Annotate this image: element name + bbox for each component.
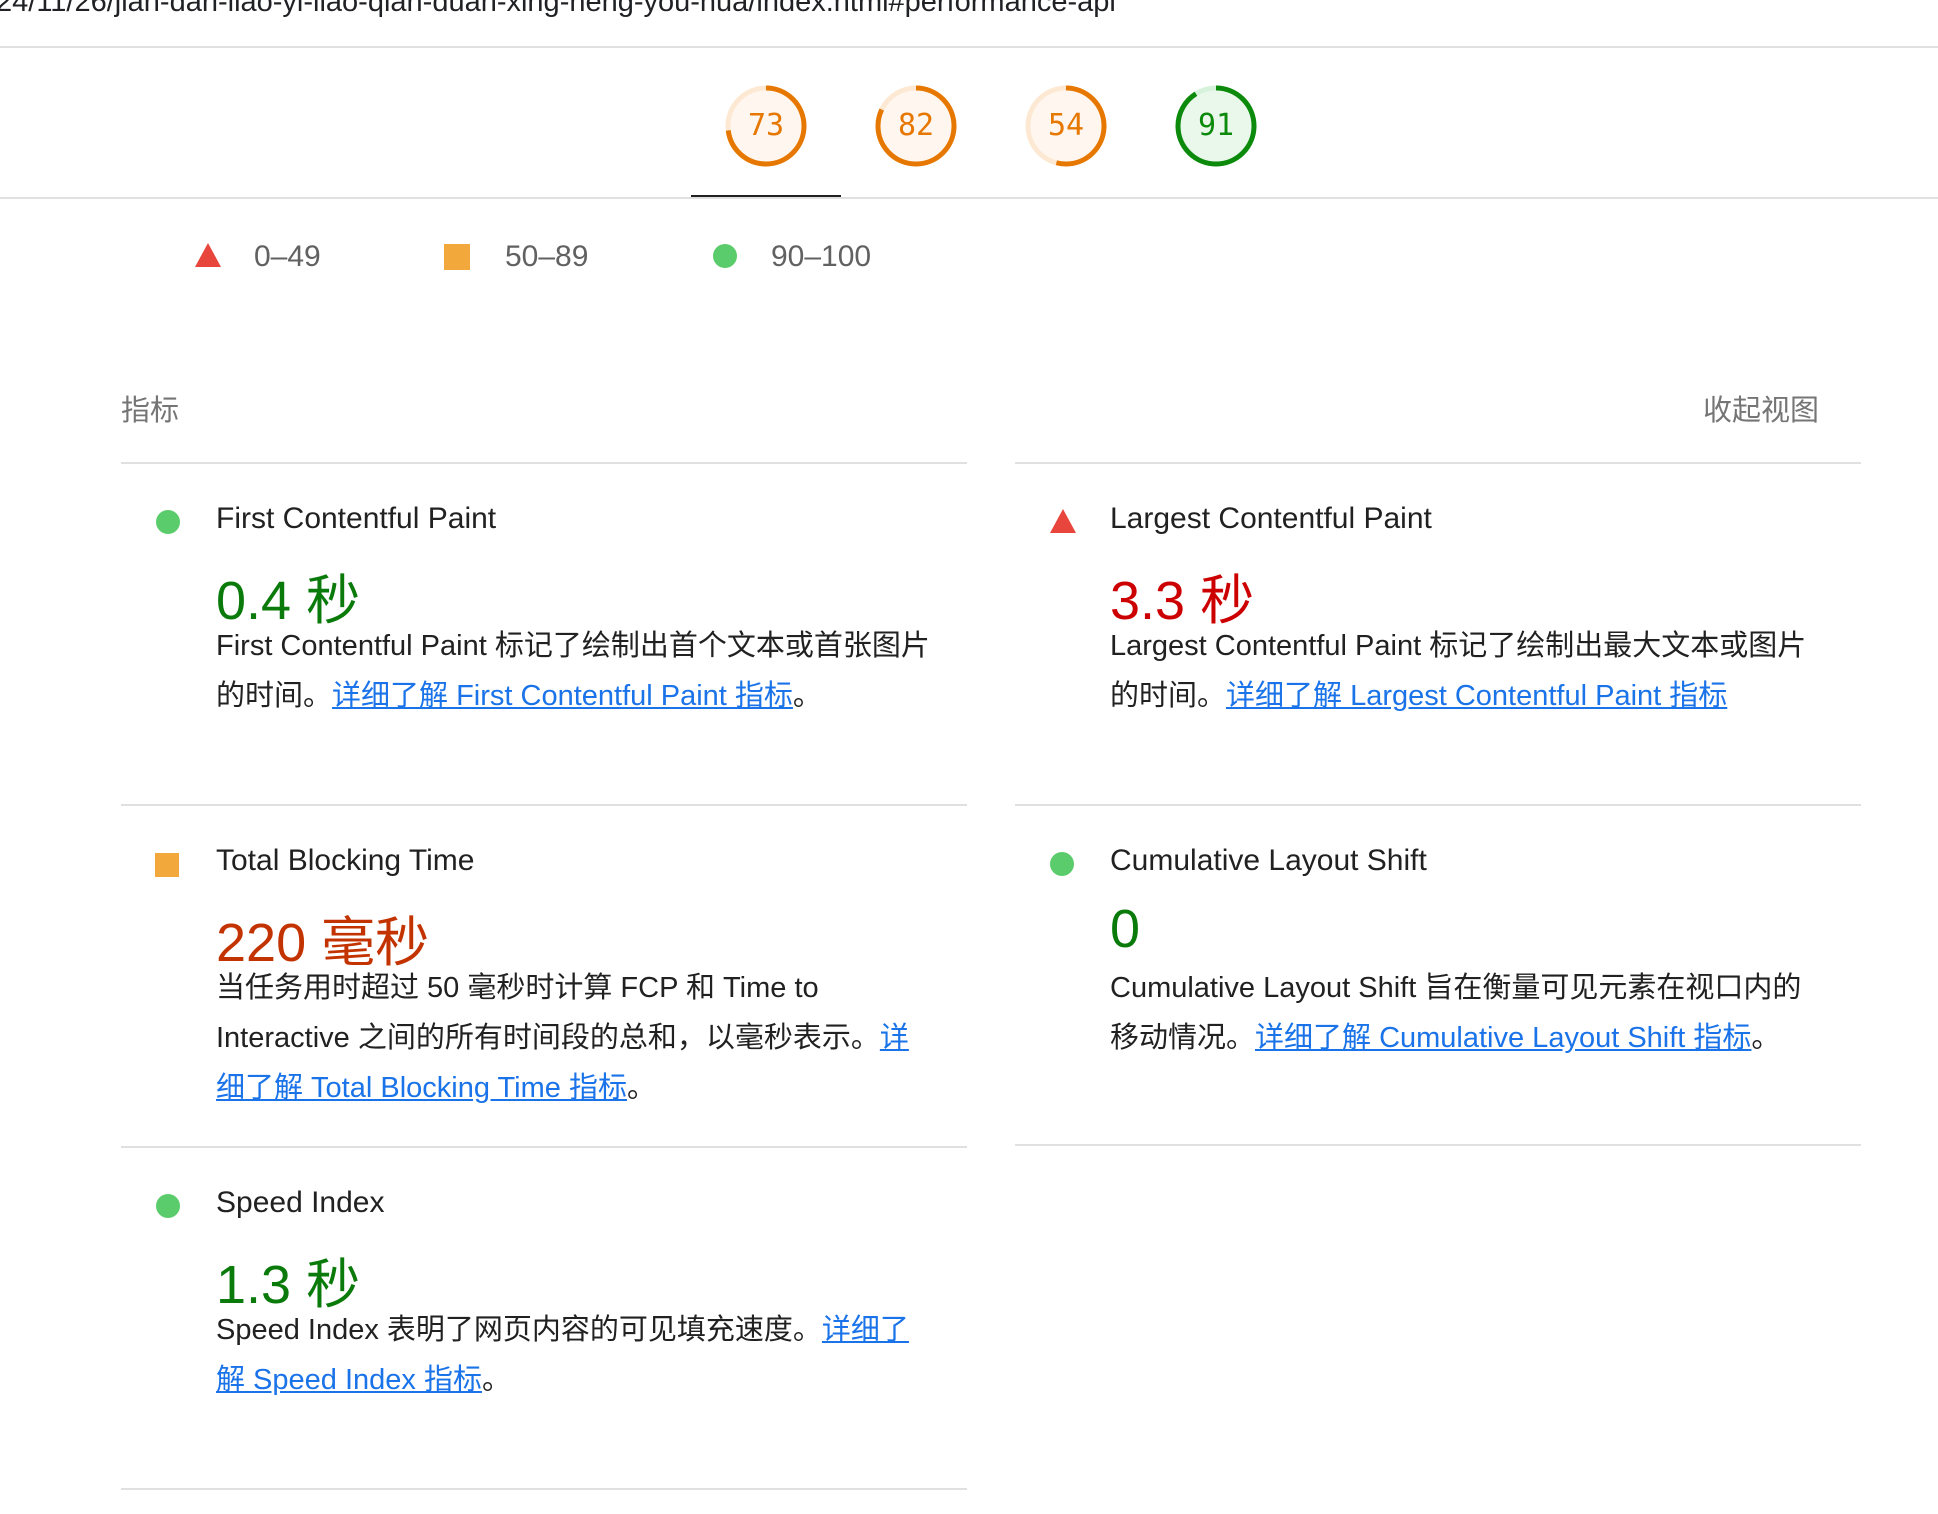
- address-bar[interactable]: 24/11/26/jian-dan-liao-yi-liao-qian-duan…: [0, 0, 1938, 48]
- metric-description: Cumulative Layout Shift 旨在衡量可见元素在视口内的移动情…: [1110, 963, 1830, 1063]
- description-text: Speed Index 表明了网页内容的可见填充速度。: [216, 1314, 822, 1346]
- learn-more-link[interactable]: 详细了解 First Contentful Paint 指标: [332, 680, 793, 712]
- legend-label: 90–100: [771, 240, 872, 273]
- circle-icon: [1050, 852, 1074, 876]
- gauge-score: 54: [1047, 108, 1085, 143]
- metric-description: Speed Index 表明了网页内容的可见填充速度。详细了解 Speed In…: [216, 1305, 936, 1405]
- description-suffix: 。: [626, 1072, 656, 1104]
- metric-title: Cumulative Layout Shift: [1110, 844, 1427, 877]
- metric-description: Largest Contentful Paint 标记了绘制出最大文本或图片的时…: [1110, 621, 1830, 721]
- circle-icon: [713, 244, 737, 268]
- metric-title: Total Blocking Time: [216, 844, 475, 877]
- url-text: 24/11/26/jian-dan-liao-yi-liao-qian-duan…: [0, 0, 1116, 18]
- metric-description: First Contentful Paint 标记了绘制出首个文本或首张图片的时…: [216, 621, 936, 721]
- legend-label: 50–89: [505, 240, 589, 273]
- learn-more-link[interactable]: 详细了解 Largest Contentful Paint 指标: [1226, 680, 1727, 712]
- gauge-best-practices[interactable]: 54: [1024, 84, 1108, 168]
- description-text: 当任务用时超过 50 毫秒时计算 FCP 和 Time to Interacti…: [216, 972, 880, 1054]
- description-suffix: 。: [481, 1364, 511, 1396]
- score-legend: 0–49 50–89 90–100: [0, 230, 1000, 280]
- legend-label: 0–49: [254, 240, 321, 273]
- description-suffix: 。: [1751, 1022, 1781, 1054]
- gauge-performance[interactable]: 73: [724, 84, 808, 168]
- circle-icon: [156, 1194, 180, 1218]
- triangle-icon: [1050, 509, 1076, 533]
- metric-first-contentful-paint: First Contentful Paint 0.4 秒 First Conte…: [121, 462, 967, 804]
- triangle-icon: [195, 243, 221, 267]
- category-gauges: 73 82 54 91: [0, 46, 1938, 199]
- divider: [1015, 1144, 1861, 1146]
- gauge-accessibility[interactable]: 82: [874, 84, 958, 168]
- gauge-score: 91: [1197, 108, 1235, 143]
- description-suffix: 。: [792, 680, 822, 712]
- square-icon: [444, 244, 470, 270]
- metrics-heading: 指标: [121, 395, 180, 427]
- gauge-score: 82: [897, 108, 935, 143]
- metric-largest-contentful-paint: Largest Contentful Paint 3.3 秒 Largest C…: [1015, 462, 1861, 804]
- gauge-seo[interactable]: 91: [1174, 84, 1258, 168]
- metric-description: 当任务用时超过 50 毫秒时计算 FCP 和 Time to Interacti…: [216, 963, 936, 1113]
- active-tab-indicator: [691, 195, 841, 197]
- metric-speed-index: Speed Index 1.3 秒 Speed Index 表明了网页内容的可见…: [121, 1146, 967, 1490]
- metric-cumulative-layout-shift: Cumulative Layout Shift 0 Cumulative Lay…: [1015, 804, 1861, 1146]
- gauge-score: 73: [747, 108, 785, 143]
- metric-title: Speed Index: [216, 1186, 385, 1219]
- collapse-view-button[interactable]: 收起视图: [1703, 387, 1819, 429]
- metric-title: First Contentful Paint: [216, 502, 497, 535]
- learn-more-link[interactable]: 详细了解 Cumulative Layout Shift 指标: [1255, 1022, 1751, 1054]
- metric-value: 0: [1110, 899, 1141, 959]
- metric-total-blocking-time: Total Blocking Time 220 毫秒 当任务用时超过 50 毫秒…: [121, 804, 967, 1146]
- square-icon: [155, 853, 179, 877]
- metric-title: Largest Contentful Paint: [1110, 502, 1432, 535]
- circle-icon: [156, 510, 180, 534]
